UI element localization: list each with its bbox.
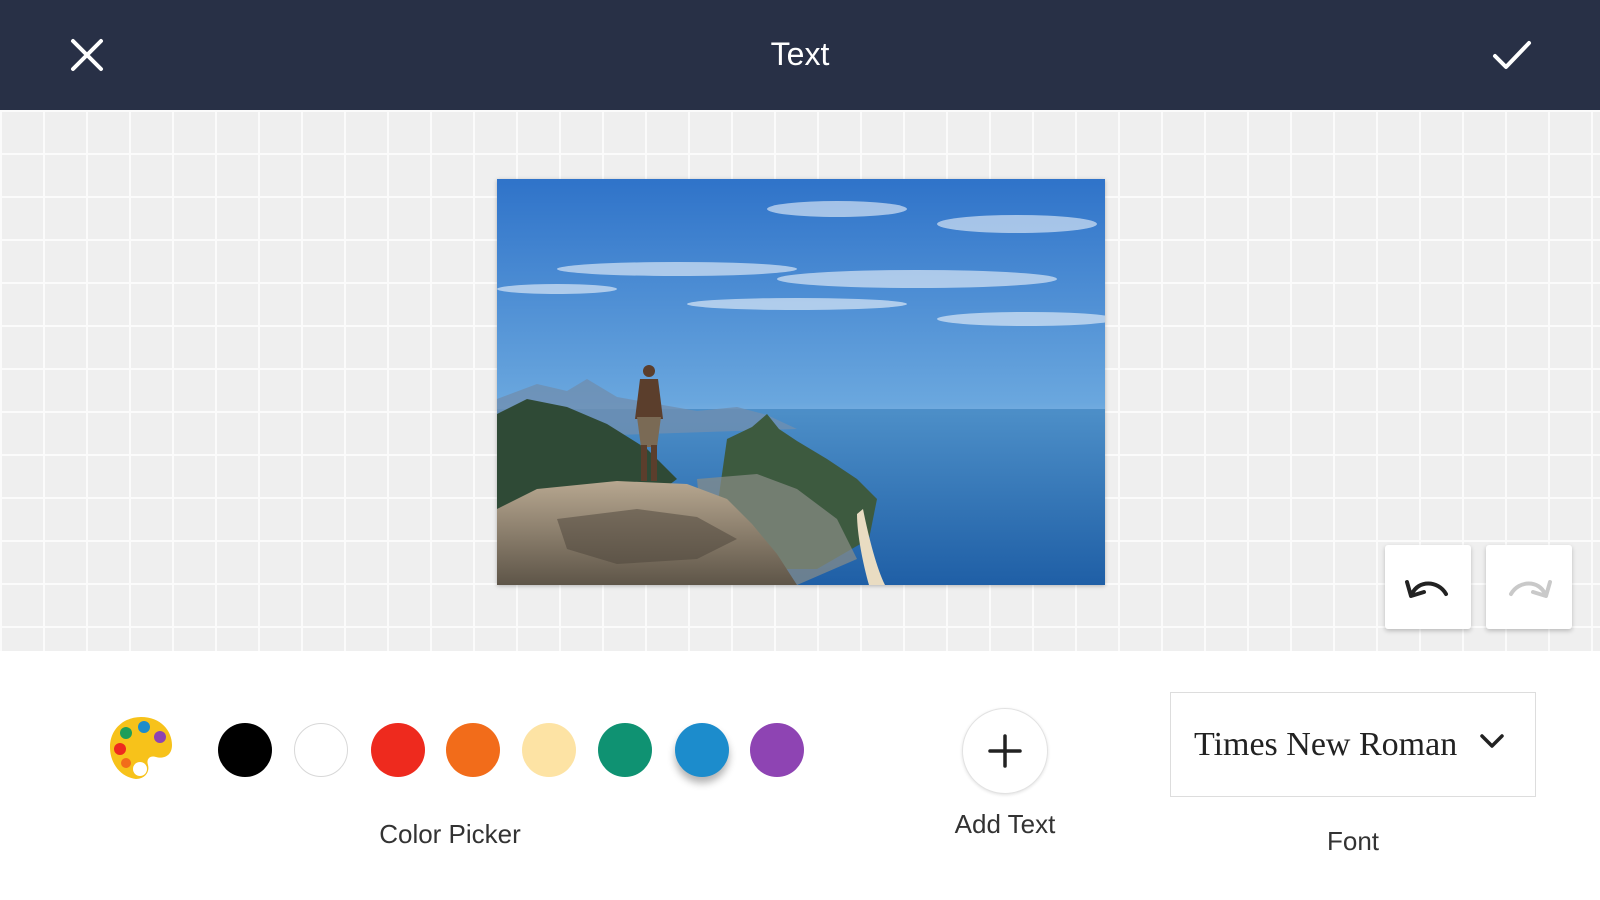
- palette-button[interactable]: [106, 713, 176, 783]
- editor-canvas[interactable]: [0, 110, 1600, 651]
- redo-icon: [1509, 580, 1552, 598]
- photo-image: [497, 179, 1105, 585]
- text-tools-panel: Color Picker Add Text Times New Roman Fo…: [0, 651, 1600, 900]
- color-picker-label: Color Picker: [379, 819, 521, 849]
- color-swatch-red[interactable]: [371, 723, 425, 777]
- font-dropdown[interactable]: Times New Roman: [1170, 692, 1536, 797]
- color-swatch-orange[interactable]: [446, 723, 500, 777]
- add-text-label: Add Text: [954, 809, 1056, 839]
- undo-icon: [1405, 580, 1448, 598]
- edited-photo[interactable]: [497, 179, 1105, 585]
- undo-button[interactable]: [1385, 545, 1471, 629]
- color-swatch-green[interactable]: [598, 723, 652, 777]
- redo-button[interactable]: [1486, 545, 1572, 629]
- palette-icon: [110, 717, 172, 779]
- color-swatch-blue[interactable]: [675, 723, 729, 777]
- color-swatch-purple[interactable]: [750, 723, 804, 777]
- page-title: Text: [770, 36, 830, 72]
- confirm-button[interactable]: [1484, 27, 1540, 83]
- font-dropdown-value: Times New Roman: [1194, 725, 1458, 763]
- color-swatch-black[interactable]: [218, 723, 272, 777]
- plus-icon: [988, 734, 1022, 768]
- color-swatch-cream[interactable]: [522, 723, 576, 777]
- color-swatch-white[interactable]: [294, 723, 348, 777]
- checkmark-icon: [1493, 41, 1531, 69]
- add-text-button[interactable]: [962, 708, 1048, 794]
- font-label: Font: [1326, 826, 1380, 856]
- chevron-down-icon: [1480, 734, 1504, 748]
- top-bar: Text: [0, 0, 1600, 110]
